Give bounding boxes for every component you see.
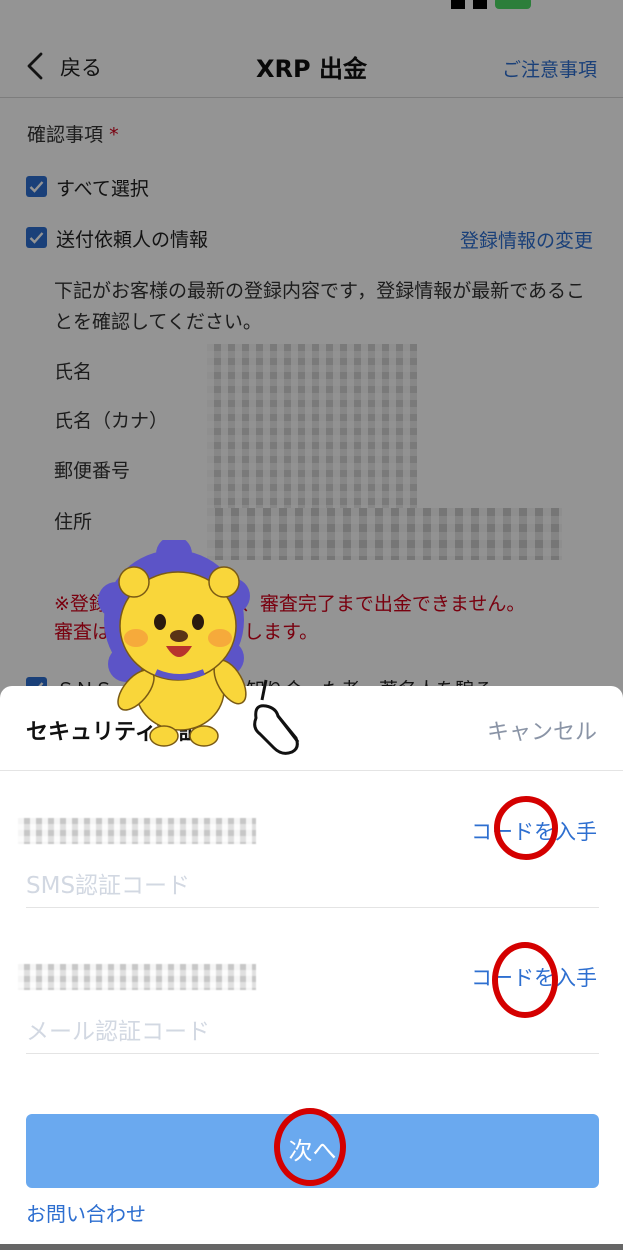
- masked-phone-number: [18, 818, 256, 844]
- home-indicator: [0, 1244, 623, 1250]
- annotation-circle-next: [274, 1108, 346, 1186]
- pointing-hand-icon: [253, 679, 300, 755]
- annotation-circle-sms: [494, 796, 558, 860]
- contact-link[interactable]: お問い合わせ: [26, 1198, 146, 1227]
- annotation-circle-mail: [492, 942, 558, 1018]
- masked-email-address: [18, 964, 256, 990]
- mail-code-input[interactable]: [26, 1010, 599, 1054]
- cancel-button[interactable]: キャンセル: [487, 714, 597, 746]
- divider: [0, 770, 623, 771]
- sms-code-input[interactable]: [26, 864, 599, 908]
